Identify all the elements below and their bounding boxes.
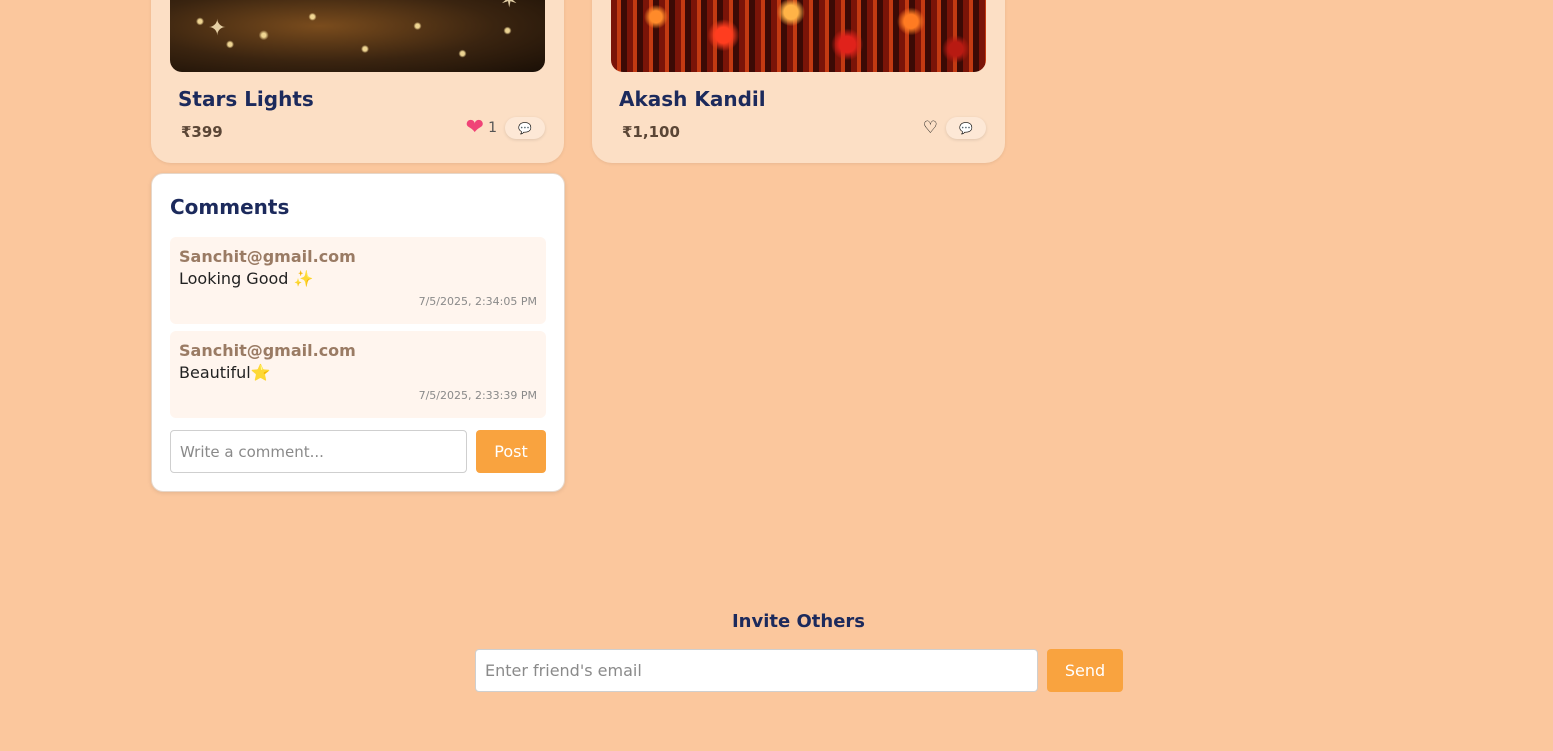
- comment-item: Sanchit@gmail.com Beautiful⭐ 7/5/2025, 2…: [170, 331, 546, 418]
- product-title: Stars Lights: [178, 87, 314, 111]
- comment-input[interactable]: [170, 430, 467, 473]
- comment-bubble-icon: 💬: [959, 121, 973, 135]
- like-button[interactable]: ♡: [922, 117, 938, 138]
- star-ornament-icon: ✶: [470, 0, 488, 4]
- comment-button[interactable]: 💬: [946, 117, 986, 139]
- comment-text: Beautiful⭐: [179, 363, 271, 382]
- invite-email-input[interactable]: [475, 649, 1038, 692]
- comment-timestamp: 7/5/2025, 2:33:39 PM: [418, 389, 537, 402]
- heart-outline-icon: ♡: [922, 117, 938, 138]
- comments-panel: Comments Sanchit@gmail.com Looking Good …: [151, 173, 565, 492]
- product-price: ₹1,100: [622, 123, 680, 141]
- product-title: Akash Kandil: [619, 87, 766, 111]
- comment-button[interactable]: 💬: [505, 117, 545, 139]
- product-actions: ♡ 💬: [923, 117, 986, 139]
- comment-timestamp: 7/5/2025, 2:34:05 PM: [418, 295, 537, 308]
- comment-text: Looking Good ✨: [179, 269, 314, 288]
- product-card-stars-lights[interactable]: ✦ ✶ ✶ Stars Lights ₹399 ❤ 1 💬: [151, 0, 564, 163]
- product-price: ₹399: [181, 123, 223, 141]
- like-button[interactable]: ❤ 1: [466, 117, 497, 139]
- product-card-akash-kandil[interactable]: Akash Kandil ₹1,100 ♡ 💬: [592, 0, 1005, 163]
- comment-item: Sanchit@gmail.com Looking Good ✨ 7/5/202…: [170, 237, 546, 324]
- heart-filled-icon: ❤: [465, 115, 485, 140]
- product-actions: ❤ 1 💬: [466, 117, 545, 139]
- comment-author: Sanchit@gmail.com: [179, 341, 356, 360]
- page: ✦ ✶ ✶ Stars Lights ₹399 ❤ 1 💬 Akash Kand…: [0, 0, 1553, 751]
- post-button[interactable]: Post: [476, 430, 546, 473]
- comments-title: Comments: [170, 195, 290, 219]
- product-image[interactable]: [611, 0, 986, 72]
- star-ornament-icon: ✶: [500, 0, 519, 13]
- send-button[interactable]: Send: [1047, 649, 1123, 692]
- like-count: 1: [488, 120, 497, 136]
- comment-bubble-icon: 💬: [518, 121, 532, 135]
- invite-title: Invite Others: [731, 611, 865, 632]
- star-ornament-icon: ✦: [208, 16, 227, 41]
- comment-author: Sanchit@gmail.com: [179, 247, 356, 266]
- product-image[interactable]: ✦ ✶ ✶: [170, 0, 545, 72]
